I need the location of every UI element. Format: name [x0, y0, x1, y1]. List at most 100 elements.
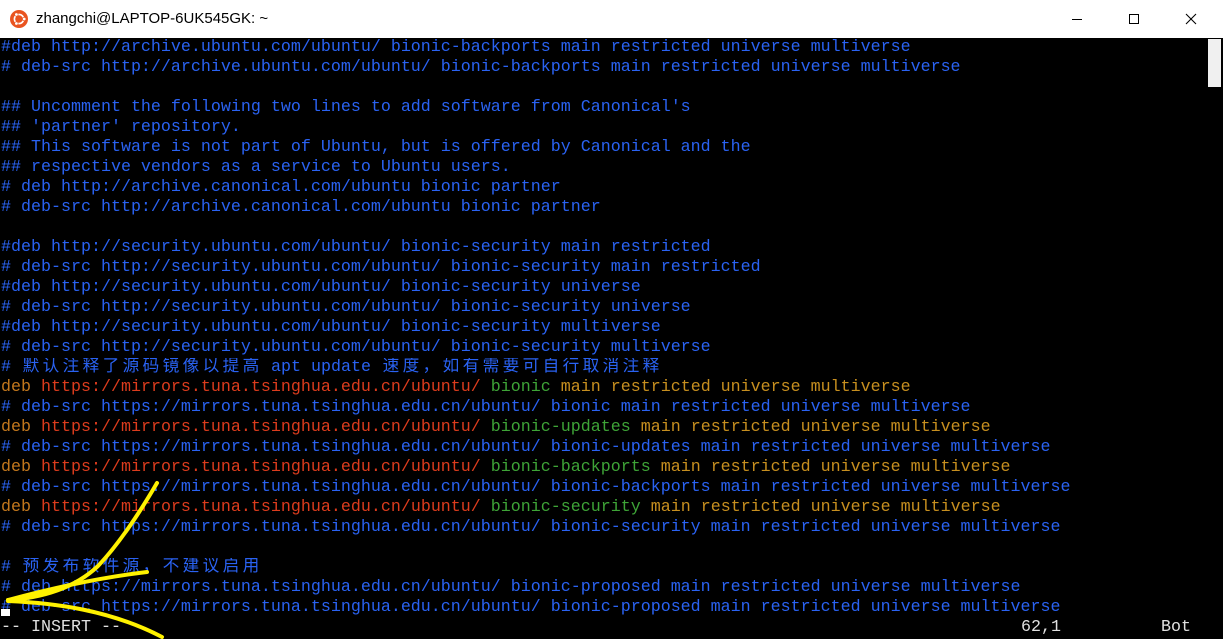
code-line: #deb http://security.ubuntu.com/ubuntu/ … — [0, 238, 1206, 258]
code-token-comment: # deb-src https://mirrors.tuna.tsinghua.… — [1, 518, 1061, 537]
window-title: zhangchi@LAPTOP-6UK545GK: ~ — [36, 10, 269, 27]
wide-char: 释 — [82, 358, 100, 377]
code-token-url: https://mirrors.tuna.tsinghua.edu.cn/ubu… — [31, 418, 481, 437]
code-token-url: https://mirrors.tuna.tsinghua.edu.cn/ubu… — [31, 458, 481, 477]
wide-char: 源 — [122, 358, 140, 377]
code-token-comment: ## 'partner' repository. — [1, 118, 241, 137]
cursor-position: 62,1 — [1021, 618, 1061, 637]
code-token-comment: # deb https://mirrors.tuna.tsinghua.edu.… — [1, 578, 1021, 597]
wide-char: 自 — [542, 358, 560, 377]
wide-char: 认 — [42, 358, 60, 377]
vim-buffer[interactable]: #deb http://archive.ubuntu.com/ubuntu/ b… — [0, 38, 1206, 618]
code-token-comment: # deb http://archive.canonical.com/ubunt… — [1, 178, 561, 197]
code-line: # deb-src http://security.ubuntu.com/ubu… — [0, 298, 1206, 318]
code-token-comment: #deb http://security.ubuntu.com/ubuntu/ … — [1, 238, 711, 257]
code-token-comment: # deb-src https://mirrors.tuna.tsinghua.… — [1, 478, 1071, 497]
code-token-comment: # deb-src http://security.ubuntu.com/ubu… — [1, 298, 691, 317]
minimize-button[interactable] — [1048, 0, 1105, 38]
wide-char: 像 — [182, 358, 200, 377]
wide-char: 源 — [122, 558, 140, 577]
wide-char: 了 — [102, 358, 120, 377]
code-token-comment: # deb-src http://security.ubuntu.com/ubu… — [1, 258, 761, 277]
code-token-components: main restricted universe multiverse — [650, 458, 1011, 477]
code-line: # 预发布软件源，不建议启用 — [0, 558, 1206, 578]
code-token-url: https://mirrors.tuna.tsinghua.edu.cn/ubu… — [31, 498, 481, 517]
code-token-comment: # 默认注释了源码镜像以提高 apt update 速度，如有需要可自行取消注释 — [1, 358, 660, 377]
wide-char: 软 — [82, 558, 100, 577]
scroll-position: Bot — [1161, 618, 1191, 637]
wide-char: 注 — [62, 358, 80, 377]
code-token-comment: # deb-src https://mirrors.tuna.tsinghua.… — [1, 398, 971, 417]
code-token-keyword: deb — [1, 418, 31, 437]
wide-char: 可 — [522, 358, 540, 377]
code-token-url: https://mirrors.tuna.tsinghua.edu.cn/ubu… — [31, 378, 481, 397]
wide-char: 用 — [242, 558, 260, 577]
window-controls — [1048, 0, 1219, 38]
code-token-comment: #deb http://security.ubuntu.com/ubuntu/ … — [1, 318, 661, 337]
code-line: #deb http://security.ubuntu.com/ubuntu/ … — [0, 318, 1206, 338]
wide-char: 件 — [102, 558, 120, 577]
maximize-icon — [1128, 14, 1139, 24]
code-token-comment: # deb-src http://archive.canonical.com/u… — [1, 198, 601, 217]
wide-char: 启 — [222, 558, 240, 577]
code-line: #deb http://archive.ubuntu.com/ubuntu/ b… — [0, 38, 1206, 58]
code-line: ## respective vendors as a service to Ub… — [0, 158, 1206, 178]
maximize-button[interactable] — [1105, 0, 1162, 38]
code-line: deb https://mirrors.tuna.tsinghua.edu.cn… — [0, 418, 1206, 438]
code-token-components: main restricted universe multiverse — [640, 498, 1001, 517]
code-line: ## This software is not part of Ubuntu, … — [0, 138, 1206, 158]
code-token-keyword: deb — [1, 498, 31, 517]
code-line: # deb-src https://mirrors.tuna.tsinghua.… — [0, 598, 1206, 618]
ubuntu-logo-icon[interactable] — [10, 10, 28, 28]
wide-char: 高 — [242, 358, 260, 377]
wide-char: 以 — [202, 358, 220, 377]
code-line: # deb-src https://mirrors.tuna.tsinghua.… — [0, 518, 1206, 538]
wide-char: 有 — [462, 358, 480, 377]
code-line: deb https://mirrors.tuna.tsinghua.edu.cn… — [0, 458, 1206, 478]
code-line: # deb-src https://mirrors.tuna.tsinghua.… — [0, 398, 1206, 418]
wide-char: 建 — [182, 558, 200, 577]
close-icon — [1185, 13, 1196, 25]
code-token-release: bionic — [480, 378, 551, 397]
vim-status-line: -- INSERT -- 62,1 Bot — [0, 618, 1206, 638]
wide-char: 释 — [642, 358, 660, 377]
wide-char: 议 — [202, 558, 220, 577]
code-token-comment: # deb-src http://archive.ubuntu.com/ubun… — [1, 58, 961, 77]
code-token-comment: # deb-src https://mirrors.tuna.tsinghua.… — [1, 438, 1051, 457]
wide-char: 需 — [482, 358, 500, 377]
wide-char: 镜 — [162, 358, 180, 377]
wide-char: 消 — [602, 358, 620, 377]
text-cursor — [1, 609, 10, 616]
code-token-comment: # 预发布软件源，不建议启用 — [1, 558, 260, 577]
title-bar[interactable]: zhangchi@LAPTOP-6UK545GK: ~ — [0, 0, 1223, 38]
minimize-icon — [1071, 19, 1082, 20]
code-line: deb https://mirrors.tuna.tsinghua.edu.cn… — [0, 378, 1206, 398]
code-token-components: main restricted universe multiverse — [550, 378, 911, 397]
code-line: # deb http://archive.canonical.com/ubunt… — [0, 178, 1206, 198]
code-token-comment: #deb http://archive.ubuntu.com/ubuntu/ b… — [1, 38, 911, 57]
wide-char: ， — [422, 358, 440, 377]
code-token-release: bionic-backports — [480, 458, 651, 477]
code-token-comment: ## Uncomment the following two lines to … — [1, 98, 691, 117]
wide-char: 布 — [62, 558, 80, 577]
wide-char: 行 — [562, 358, 580, 377]
scrollbar[interactable] — [1206, 38, 1223, 639]
wide-char: 度 — [402, 358, 420, 377]
code-token-release: bionic-security — [480, 498, 641, 517]
wide-char: 预 — [22, 558, 40, 577]
code-line: # deb-src http://security.ubuntu.com/ubu… — [0, 258, 1206, 278]
code-line: #deb http://security.ubuntu.com/ubuntu/ … — [0, 278, 1206, 298]
code-line: # deb-src http://archive.canonical.com/u… — [0, 198, 1206, 218]
code-line: # deb-src http://archive.ubuntu.com/ubun… — [0, 58, 1206, 78]
code-line: # deb https://mirrors.tuna.tsinghua.edu.… — [0, 578, 1206, 598]
close-button[interactable] — [1162, 0, 1219, 38]
terminal-editor[interactable]: #deb http://archive.ubuntu.com/ubuntu/ b… — [0, 38, 1206, 639]
code-token-components: main restricted universe multiverse — [630, 418, 991, 437]
code-line: # deb-src http://security.ubuntu.com/ubu… — [0, 338, 1206, 358]
code-line: # deb-src https://mirrors.tuna.tsinghua.… — [0, 478, 1206, 498]
scrollbar-thumb[interactable] — [1208, 39, 1221, 87]
wide-char: 默 — [22, 358, 40, 377]
